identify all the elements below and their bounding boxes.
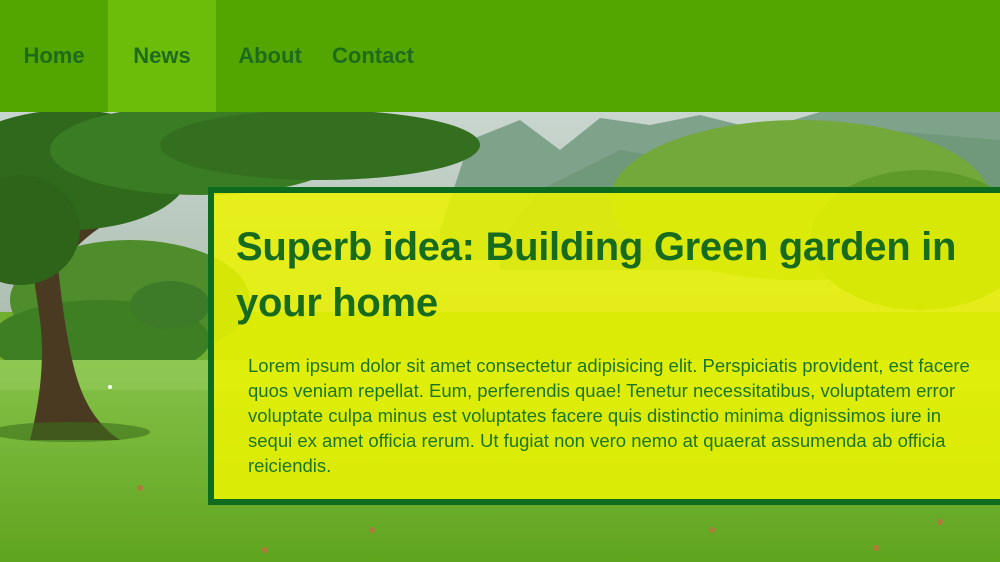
- hero-body-text: Lorem ipsum dolor sit amet consectetur a…: [248, 355, 970, 476]
- nav-item-contact[interactable]: Contact: [324, 0, 424, 112]
- top-nav: Home News About Contact: [0, 0, 1000, 112]
- nav-item-about[interactable]: About: [216, 0, 324, 112]
- hero-title: Superb idea: Building Green garden in yo…: [236, 225, 957, 325]
- page: Home News About Contact Superb idea: Bui…: [0, 0, 1000, 562]
- hero-card: Superb idea: Building Green garden in yo…: [208, 187, 1000, 505]
- nav-item-news[interactable]: News: [108, 0, 216, 112]
- nav-item-home[interactable]: Home: [0, 0, 108, 112]
